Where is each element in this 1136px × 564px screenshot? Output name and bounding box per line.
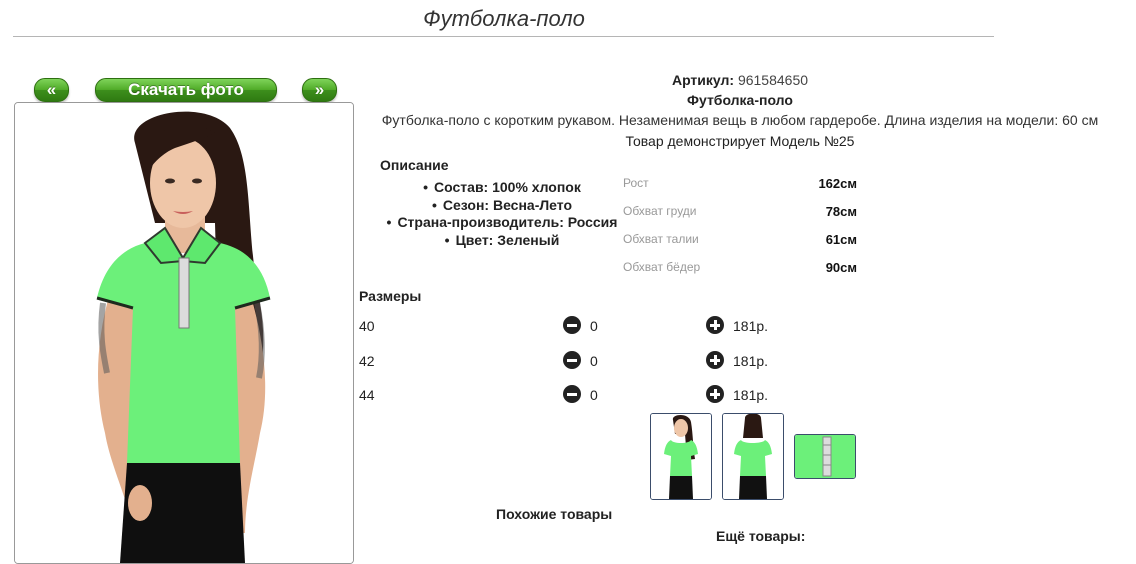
sizes-heading: Размеры — [359, 288, 422, 304]
qty-value: 0 — [590, 318, 598, 334]
size-label: 42 — [359, 353, 375, 369]
measurement-label: Обхват бёдер — [623, 260, 701, 274]
size-row: 42 0 181р. — [359, 351, 859, 373]
product-name: Футболка-поло — [687, 92, 793, 108]
description-list: Состав: 100% хлопок Сезон: Весна-Лето Ст… — [378, 179, 626, 249]
measurement-row: Обхват бёдер 90см — [623, 260, 863, 288]
description-item: Страна-производитель: Россия — [378, 214, 626, 232]
download-photo-button[interactable]: Скачать фото — [95, 78, 277, 102]
article-label: Артикул: — [671, 72, 735, 88]
thumbnail-back-image — [723, 414, 783, 499]
size-price: 181р. — [733, 387, 769, 403]
description-item: Цвет: Зеленый — [378, 232, 626, 250]
thumbnail-back[interactable] — [722, 413, 784, 500]
measurement-value: 90см — [825, 260, 857, 275]
minus-icon — [563, 351, 581, 369]
measurement-row: Обхват талии 61см — [623, 232, 863, 260]
measurement-value: 78см — [825, 204, 857, 219]
measurement-row: Рост 162см — [623, 176, 863, 204]
model-info: Товар демонстрирует Модель №25 — [625, 133, 855, 149]
description-heading: Описание — [380, 157, 449, 173]
thumbnail-front-image — [651, 414, 711, 499]
similar-products-heading: Похожие товары — [496, 506, 613, 522]
decrease-qty-button[interactable] — [563, 316, 581, 334]
description-item: Сезон: Весна-Лето — [378, 197, 626, 215]
size-label: 44 — [359, 387, 375, 403]
next-photo-button[interactable]: » — [302, 78, 337, 102]
measurement-value: 61см — [825, 232, 857, 247]
minus-icon — [563, 316, 581, 334]
size-label: 40 — [359, 318, 375, 334]
article-line: Артикул: 961584650 — [360, 72, 1120, 88]
qty-value: 0 — [590, 387, 598, 403]
measurement-label: Обхват груди — [623, 204, 697, 218]
thumbnail-front[interactable] — [650, 413, 712, 500]
more-products-heading: Ещё товары: — [716, 528, 806, 544]
size-row: 44 0 181р. — [359, 385, 859, 407]
product-description: Футболка-поло с коротким рукавом. Незаме… — [381, 112, 1099, 128]
thumbnail-detail-image — [795, 435, 855, 478]
qty-value: 0 — [590, 353, 598, 369]
increase-qty-button[interactable] — [706, 385, 724, 403]
increase-qty-button[interactable] — [706, 351, 724, 369]
measurement-label: Рост — [623, 176, 649, 190]
measurement-label: Обхват талии — [623, 232, 699, 246]
measurement-value: 162см — [818, 176, 857, 191]
main-product-photo — [14, 102, 354, 564]
measurement-row: Обхват груди 78см — [623, 204, 863, 232]
article-value: 961584650 — [737, 72, 809, 88]
plus-icon — [706, 385, 724, 403]
title-divider — [13, 36, 994, 37]
model-illustration — [15, 103, 353, 563]
plus-icon — [706, 316, 724, 334]
size-row: 40 0 181р. — [359, 316, 859, 338]
size-price: 181р. — [733, 318, 769, 334]
prev-photo-button[interactable]: « — [34, 78, 69, 102]
increase-qty-button[interactable] — [706, 316, 724, 334]
minus-icon — [563, 385, 581, 403]
plus-icon — [706, 351, 724, 369]
description-item: Состав: 100% хлопок — [378, 179, 626, 197]
decrease-qty-button[interactable] — [563, 351, 581, 369]
size-price: 181р. — [733, 353, 769, 369]
decrease-qty-button[interactable] — [563, 385, 581, 403]
model-measurements: Рост 162см Обхват груди 78см Обхват тали… — [623, 176, 863, 288]
thumbnail-detail[interactable] — [794, 434, 856, 479]
page-title: Футболка-поло — [423, 6, 585, 31]
